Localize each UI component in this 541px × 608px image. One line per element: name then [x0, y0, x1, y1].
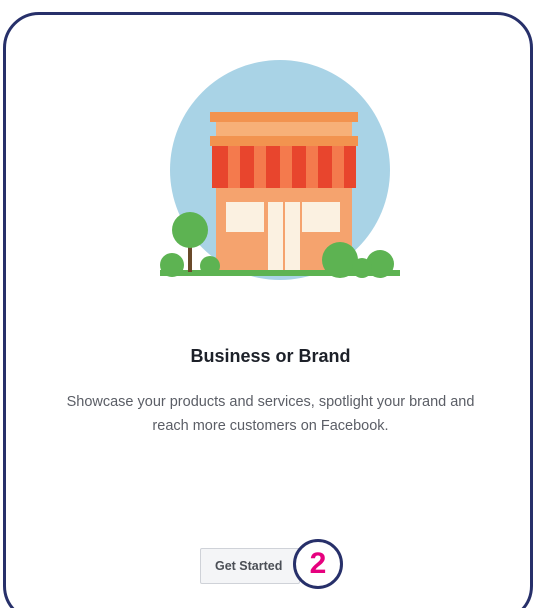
card-title: Business or Brand — [190, 346, 351, 366]
step-number-badge: 2 — [293, 539, 343, 589]
business-or-brand-card: Business or Brand Showcase your products… — [0, 0, 541, 608]
card-description: Showcase your products and services, spo… — [0, 390, 541, 438]
card-description-line-2: reach more customers on Facebook. — [152, 418, 389, 434]
card-description-line-1: Showcase your products and services, spo… — [66, 394, 475, 410]
storefront-icon — [160, 60, 400, 280]
get-started-button[interactable]: Get Started — [200, 548, 300, 584]
